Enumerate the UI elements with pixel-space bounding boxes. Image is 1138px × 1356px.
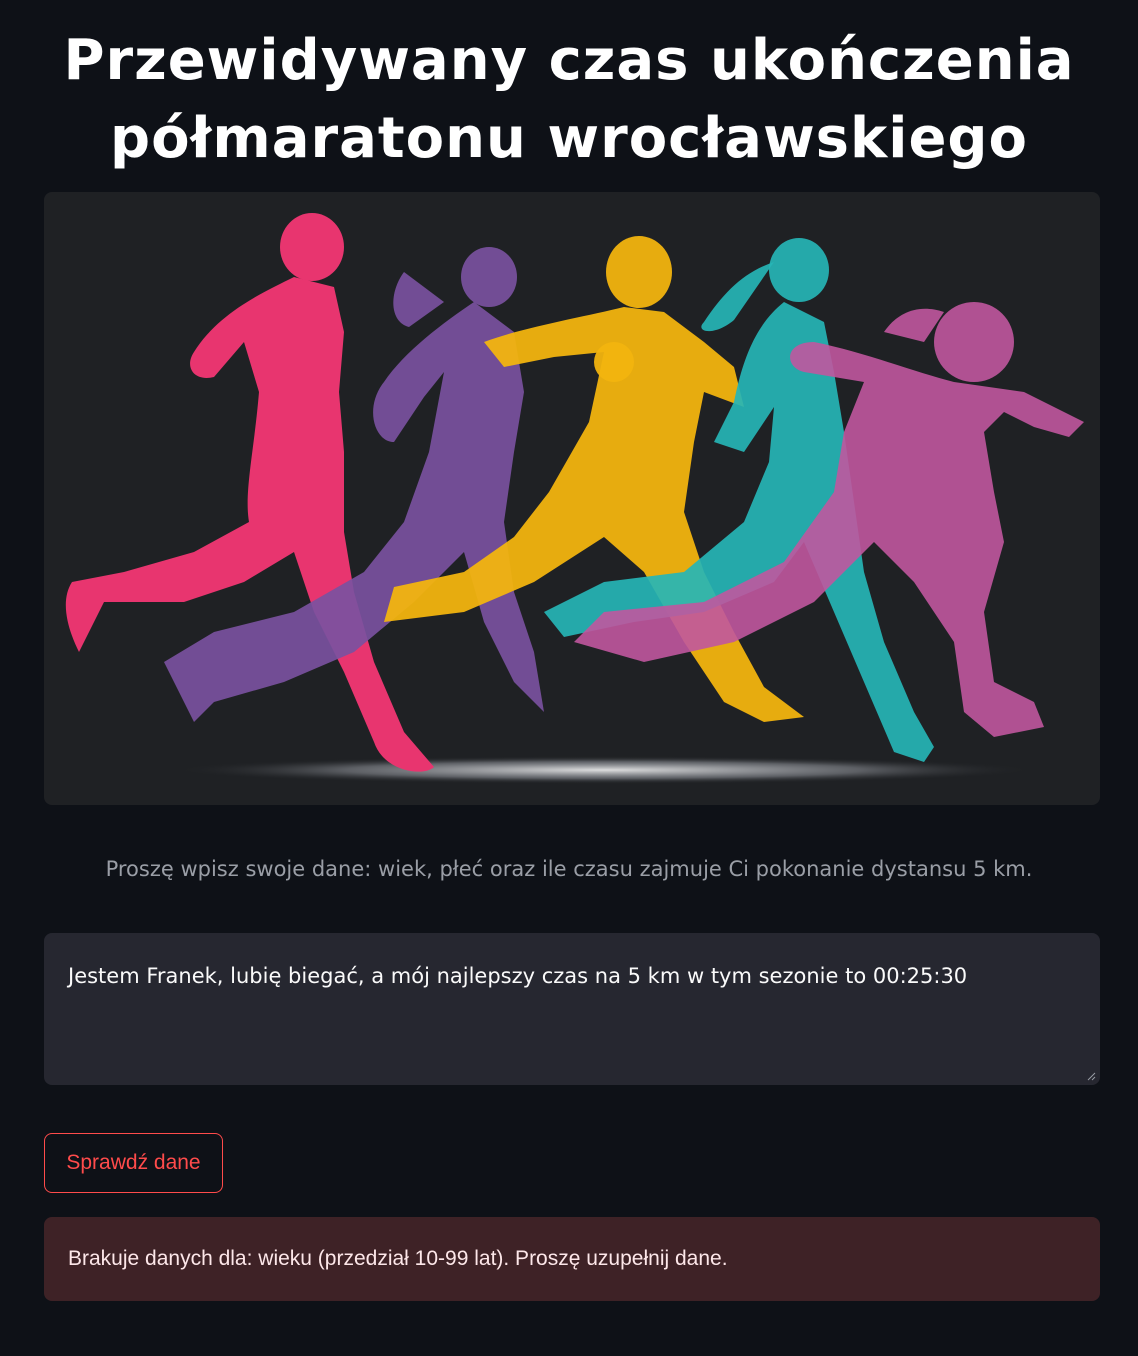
runner-purple <box>164 247 544 722</box>
resize-grip-icon[interactable] <box>1086 1071 1096 1081</box>
instructions-text: Proszę wpisz swoje dane: wiek, płeć oraz… <box>105 857 1033 881</box>
title-line-2: półmaratonu wrocławskiego <box>110 106 1028 171</box>
error-alert-message: Brakuje danych dla: wieku (przedział 10-… <box>68 1247 728 1270</box>
page-title: Przewidywany czas ukończenia półmaratonu… <box>0 22 1138 178</box>
hero-image <box>44 192 1100 805</box>
floor-glow <box>174 756 1034 784</box>
description-textarea-container <box>44 933 1100 1085</box>
title-line-1: Przewidywany czas ukończenia <box>63 28 1075 93</box>
runners-illustration <box>65 213 1084 784</box>
check-data-button[interactable]: Sprawdź dane <box>44 1133 223 1193</box>
description-textarea[interactable] <box>44 933 1100 1085</box>
error-alert: Brakuje danych dla: wieku (przedział 10-… <box>44 1217 1100 1301</box>
